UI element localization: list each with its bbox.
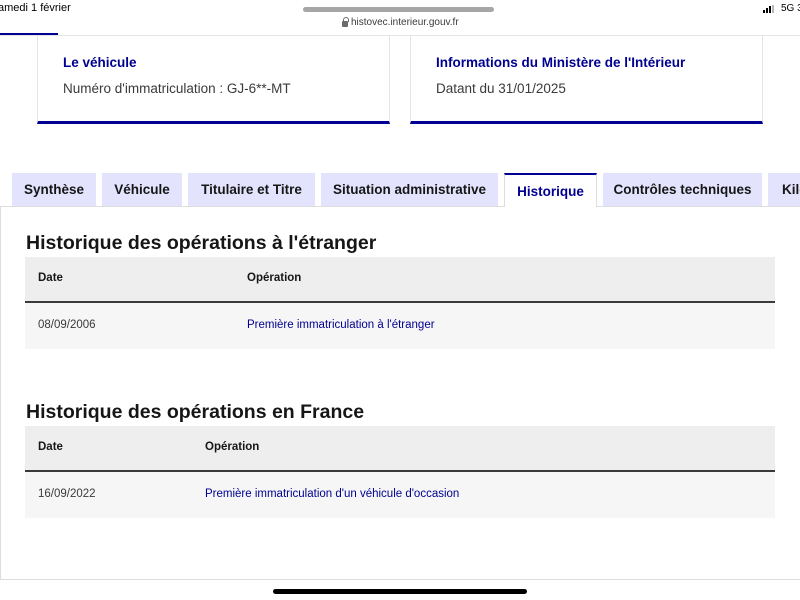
tab-controles-techniques[interactable]: Contrôles techniques: [603, 173, 762, 206]
column-header-date: Date: [38, 272, 63, 284]
table-row: 08/09/2006 Première immatriculation à l'…: [25, 303, 775, 349]
france-history-title: Historique des opérations en France: [26, 401, 365, 423]
tab-titulaire-titre[interactable]: Titulaire et Titre: [188, 173, 315, 206]
vehicle-card: Le véhicule Numéro d'immatriculation : G…: [37, 36, 390, 124]
url-text: histovec.interieur.gouv.fr: [351, 17, 459, 28]
table-header: Date Opération: [25, 257, 775, 303]
status-time: amedi 1 février: [0, 2, 71, 14]
row-operation: Première immatriculation d'un véhicule d…: [205, 488, 460, 500]
tab-situation-administrative[interactable]: Situation administrative: [321, 173, 498, 206]
signal-icon: [763, 5, 774, 13]
row-date: 16/09/2022: [38, 488, 96, 500]
status-bar: amedi 1 février histovec.interieur.gouv.…: [0, 0, 800, 36]
vehicle-card-title: Le véhicule: [63, 55, 137, 70]
tab-historique[interactable]: Historique: [504, 173, 597, 207]
table-header: Date Opération: [25, 426, 775, 472]
address-bar[interactable]: histovec.interieur.gouv.fr: [342, 17, 459, 28]
lock-icon: [342, 17, 349, 27]
window-grabber[interactable]: [303, 7, 494, 12]
tab-list: Synthèse Véhicule Titulaire et Titre Sit…: [0, 173, 800, 207]
row-operation: Première immatriculation à l'étranger: [247, 319, 435, 331]
tab-synthese[interactable]: Synthèse: [12, 173, 96, 206]
column-header-date: Date: [38, 441, 63, 453]
column-header-operation: Opération: [247, 272, 302, 284]
tab-vehicule[interactable]: Véhicule: [102, 173, 182, 206]
column-header-operation: Opération: [205, 441, 260, 453]
foreign-history-table: Date Opération 08/09/2006 Première immat…: [25, 257, 775, 349]
ministry-card-title: Informations du Ministère de l'Intérieur: [436, 55, 686, 70]
registration-number: Numéro d'immatriculation : GJ-6**-MT: [63, 81, 291, 96]
table-row: 16/09/2022 Première immatriculation d'un…: [25, 472, 775, 518]
network-status: 5G 3: [781, 3, 800, 14]
ministry-card: Informations du Ministère de l'Intérieur…: [410, 36, 763, 124]
tab-kilometrage[interactable]: Kilo: [768, 173, 800, 206]
data-date: Datant du 31/01/2025: [436, 81, 566, 96]
foreign-history-title: Historique des opérations à l'étranger: [26, 232, 377, 254]
france-history-table: Date Opération 16/09/2022 Première immat…: [25, 426, 775, 518]
home-indicator[interactable]: [273, 589, 527, 594]
row-date: 08/09/2006: [38, 319, 96, 331]
